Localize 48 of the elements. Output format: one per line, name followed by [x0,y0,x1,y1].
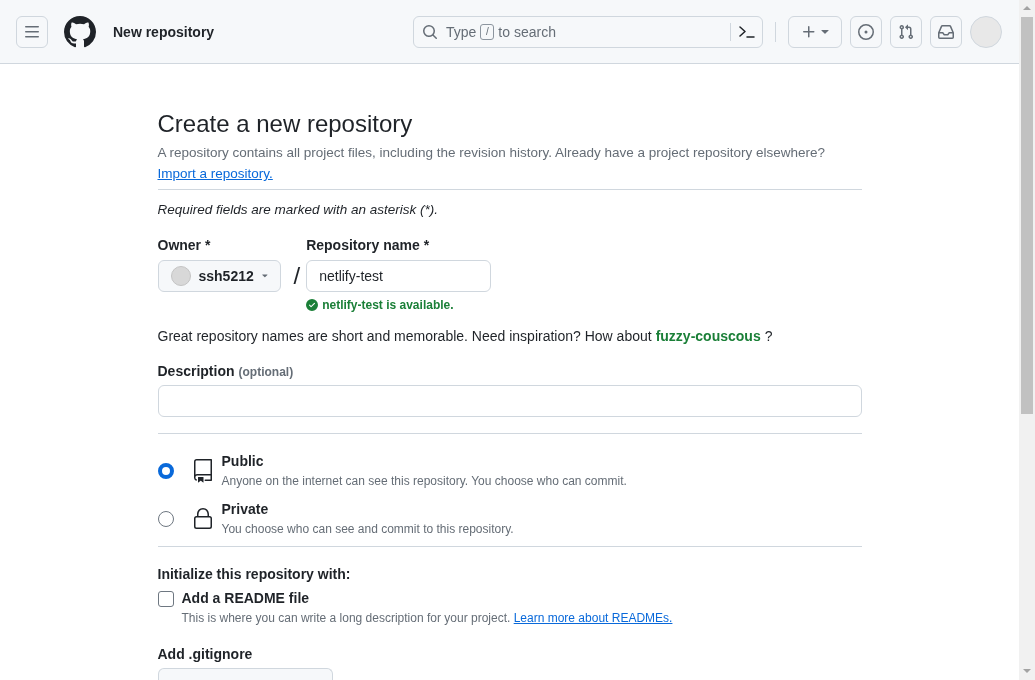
readme-learn-more-link[interactable]: Learn more about READMEs. [513,611,673,625]
owner-dropdown[interactable]: ssh5212 [157,260,281,292]
owner-label: Owner * [157,236,212,255]
suggestion-end: ? [764,327,773,346]
menu-button[interactable] [16,15,48,48]
availability-message: netlify-test is available. [322,297,454,314]
readme-description: This is where you can write a long description for your project. [181,611,511,625]
visibility-description: Anyone on the internet can see this repository. You choose who can commit. [221,473,627,490]
branch-arrows-icon [898,23,914,40]
import-repository-link[interactable]: Import a repository. [157,163,273,184]
key-hint: / [480,23,495,40]
initialize-heading: Initialize this repository with: [157,565,352,584]
owner-separator: / [293,261,301,291]
gitignore-label: Add .gitignore [157,645,254,664]
menu-icon [24,23,40,40]
search-icon [422,23,438,40]
inbox-button[interactable] [930,15,962,48]
search-field[interactable]: Type / to search [413,15,763,48]
description-field[interactable] [157,385,862,417]
page-heading: Create a new repository [157,109,414,139]
page-title[interactable]: New repository [113,23,215,40]
visibility-label: Private [221,500,270,519]
inbox-tray-icon [938,23,954,40]
plus-icon [801,23,817,40]
search-placeholder: to search [498,23,556,40]
scrollbar-thumb[interactable] [1021,17,1033,414]
terminal-icon [738,25,755,38]
owner-avatar [170,266,191,286]
repository-name-field[interactable]: netlify-test [306,260,492,292]
suggestion-text: Great repository names are short and memorable. Need inspiration? How about [157,327,652,346]
issues-button[interactable] [850,15,882,48]
suggested-name-button[interactable]: fuzzy-couscous [651,326,765,347]
caret-icon [261,274,268,278]
caret-icon [821,29,829,34]
description-label: Description [157,362,235,381]
required-fields-note: Required fields are marked with an asterisk (*). [157,201,440,219]
visibility-description: You choose who can see and commit to this repository. [221,521,514,538]
cat-logo-icon[interactable] [64,15,96,48]
radio-button[interactable] [157,510,174,527]
optional-hint: (optional) [238,365,294,379]
radio-button[interactable] [157,462,174,479]
intro-text: A repository contains all project files, including the revision history. Already have a project repository elsewhere? [157,144,827,162]
visibility-label: Public [221,452,265,471]
repository-name-label: Repository name * [306,236,431,255]
readme-label: Add a README file [181,589,310,608]
readme-checkbox[interactable] [157,590,174,607]
search-placeholder: Type [446,23,477,40]
pull-requests-button[interactable] [890,15,922,48]
